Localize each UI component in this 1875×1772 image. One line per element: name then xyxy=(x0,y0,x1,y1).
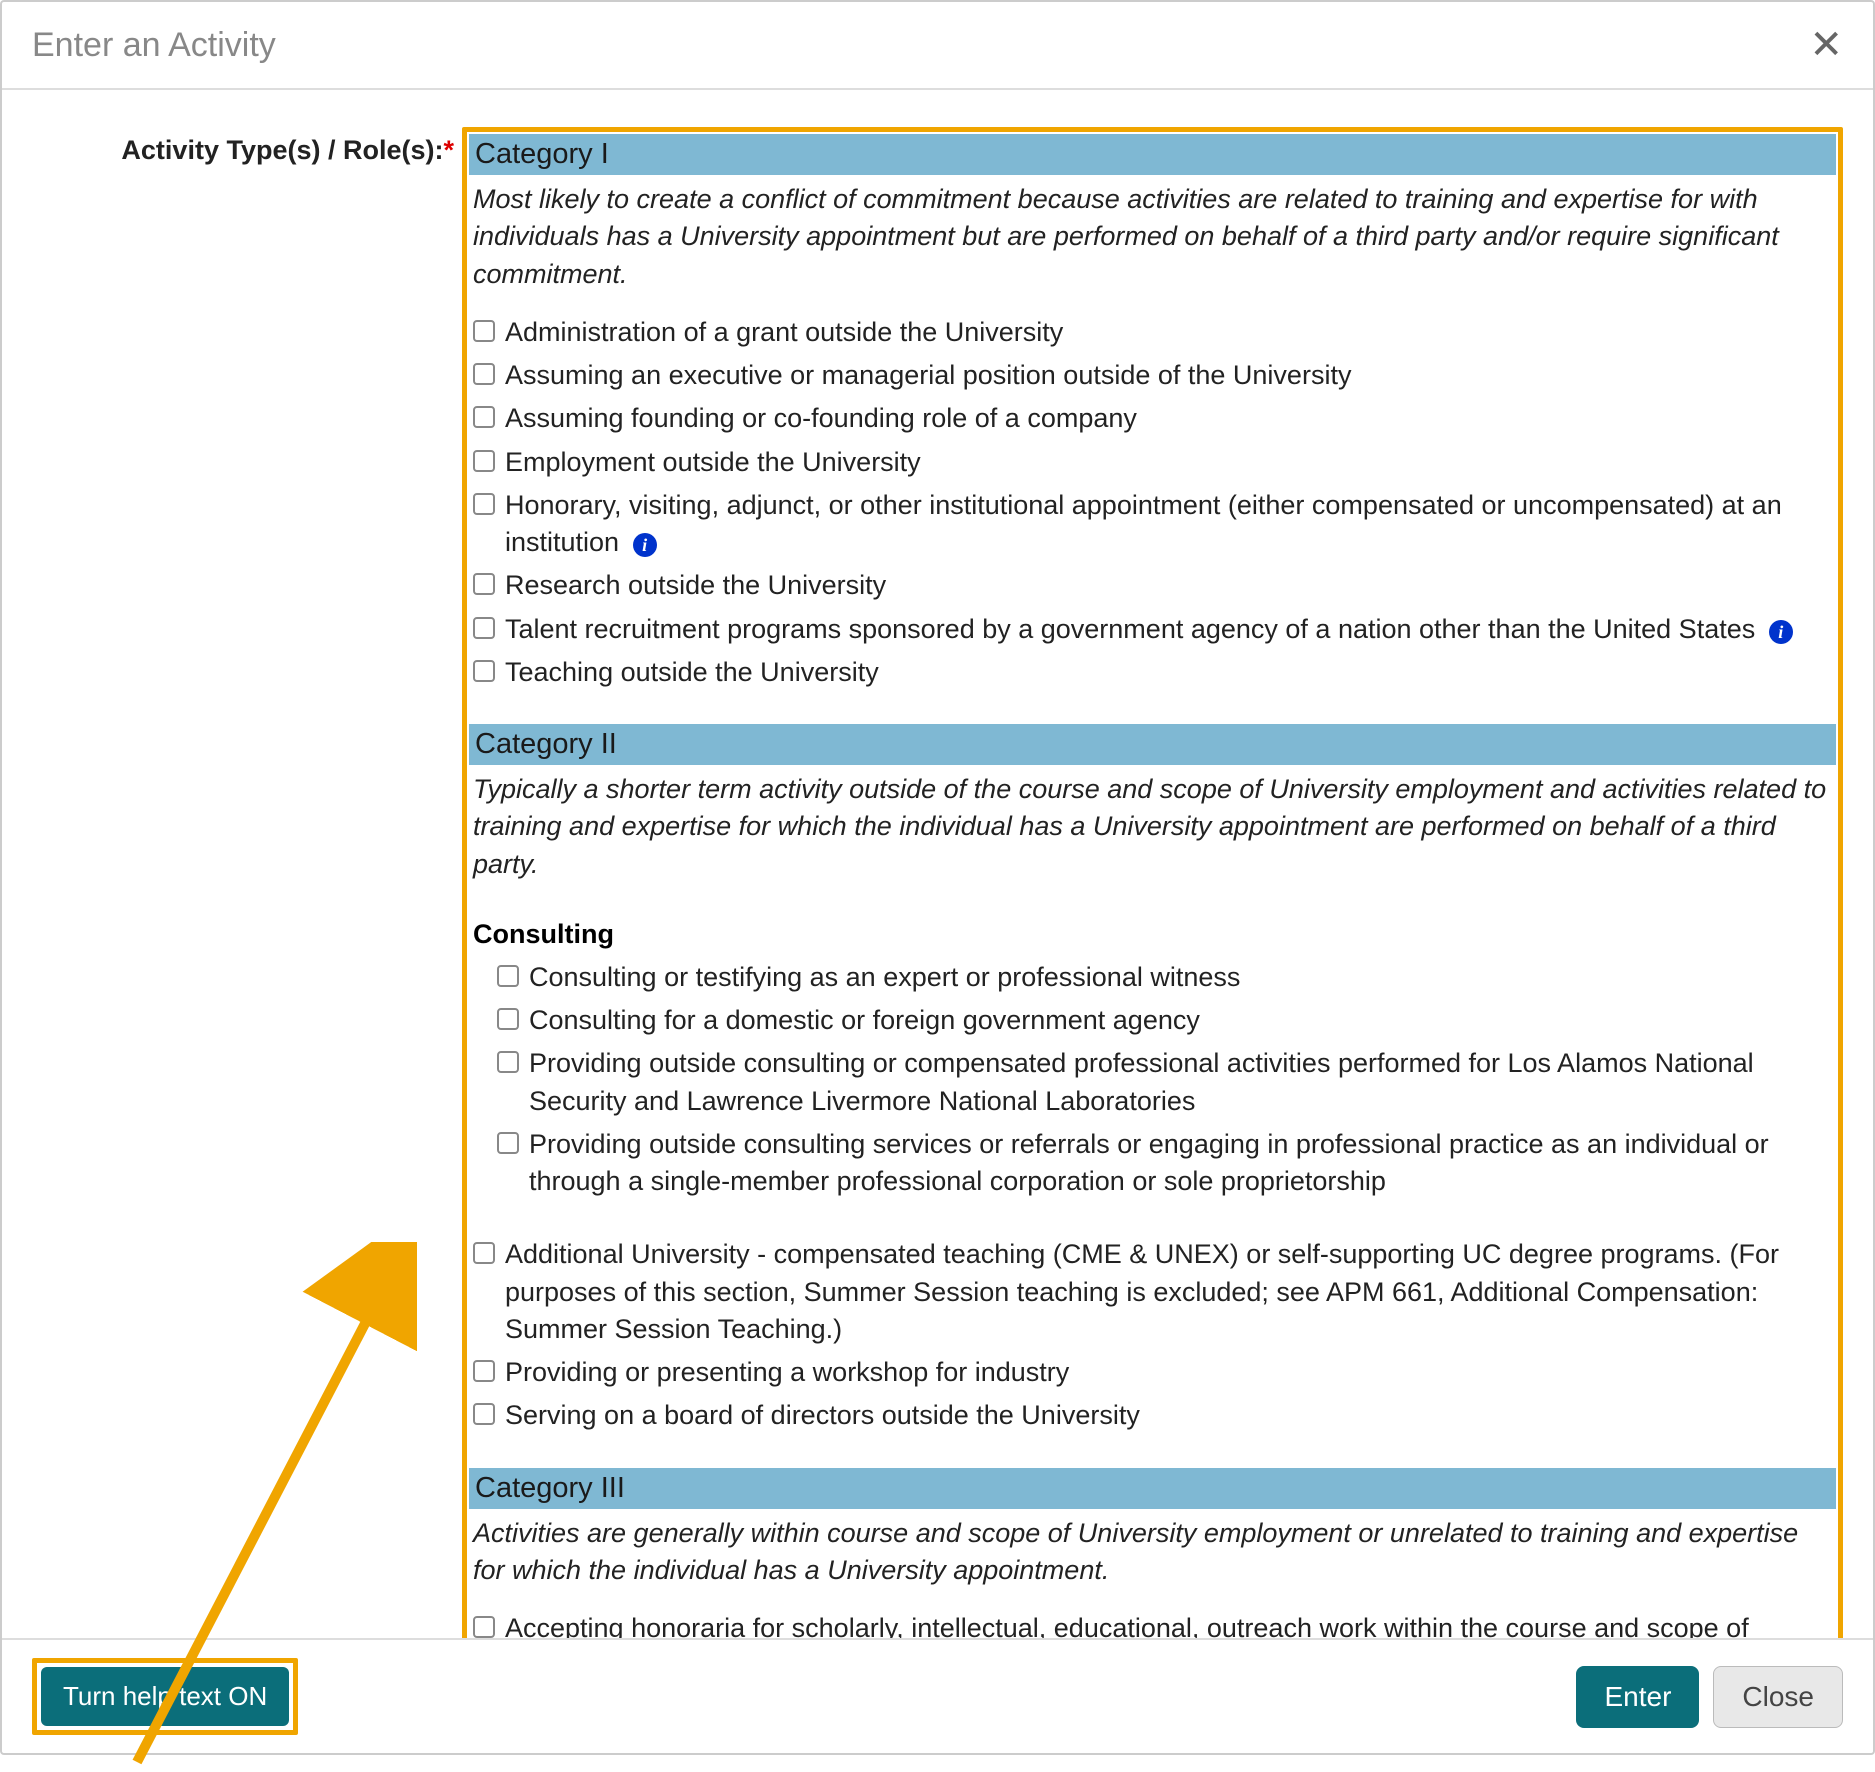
activity-checkbox-item[interactable]: Talent recruitment programs sponsored by… xyxy=(469,608,1836,651)
activity-checkbox-item[interactable]: Assuming founding or co-founding role of… xyxy=(469,397,1836,440)
info-icon[interactable]: i xyxy=(1769,620,1793,644)
activity-checkbox[interactable] xyxy=(473,1403,495,1425)
close-icon[interactable]: ✕ xyxy=(1809,25,1843,65)
activity-checkbox-item[interactable]: Employment outside the University xyxy=(469,441,1836,484)
dialog-body[interactable]: Activity Type(s) / Role(s):* Category IM… xyxy=(2,92,1873,1638)
activity-checkbox-item[interactable]: Additional University - compensated teac… xyxy=(469,1233,1836,1351)
category-header: Category III xyxy=(469,1468,1836,1509)
activity-label: Providing outside consulting or compensa… xyxy=(529,1045,1832,1120)
activity-checkbox[interactable] xyxy=(497,1008,519,1030)
activity-type-row: Activity Type(s) / Role(s):* Category IM… xyxy=(22,127,1863,1638)
enter-activity-dialog: Enter an Activity ✕ Activity Type(s) / R… xyxy=(0,0,1875,1755)
activity-checkbox[interactable] xyxy=(473,1242,495,1264)
activity-label: Administration of a grant outside the Un… xyxy=(505,314,1063,351)
turn-help-text-on-button[interactable]: Turn help text ON xyxy=(41,1667,289,1726)
activity-label: Additional University - compensated teac… xyxy=(505,1236,1832,1348)
activity-checkbox-item[interactable]: Accepting honoraria for scholarly, intel… xyxy=(469,1607,1836,1638)
activity-type-label: Activity Type(s) / Role(s):* xyxy=(22,127,462,166)
activity-label: Employment outside the University xyxy=(505,444,921,481)
dialog-header: Enter an Activity ✕ xyxy=(2,2,1873,90)
dialog-title: Enter an Activity xyxy=(32,26,276,65)
activity-label: Honorary, visiting, adjunct, or other in… xyxy=(505,487,1832,562)
activity-checkbox[interactable] xyxy=(497,1132,519,1154)
activity-label: Assuming an executive or managerial posi… xyxy=(505,357,1351,394)
activity-checkbox-item[interactable]: Research outside the University xyxy=(469,564,1836,607)
activity-label: Serving on a board of directors outside … xyxy=(505,1397,1140,1434)
activity-checkbox[interactable] xyxy=(473,406,495,428)
activity-checkbox-item[interactable]: Consulting or testifying as an expert or… xyxy=(469,956,1836,999)
activity-label: Consulting or testifying as an expert or… xyxy=(529,959,1240,996)
required-asterisk: * xyxy=(443,135,454,165)
activity-checkbox-item[interactable]: Providing outside consulting services or… xyxy=(469,1123,1836,1204)
footer-actions: Enter Close xyxy=(1576,1666,1843,1728)
activity-checkbox-item[interactable]: Providing or presenting a workshop for i… xyxy=(469,1351,1836,1394)
categories-highlight-box: Category IMost likely to create a confli… xyxy=(462,127,1843,1638)
category-description: Activities are generally within course a… xyxy=(469,1509,1836,1608)
activity-checkbox[interactable] xyxy=(473,320,495,342)
dialog-footer: Turn help text ON Enter Close xyxy=(2,1638,1873,1753)
activity-checkbox-item[interactable]: Assuming an executive or managerial posi… xyxy=(469,354,1836,397)
category-header: Category I xyxy=(469,134,1836,175)
category-subheading: Consulting xyxy=(469,901,1836,956)
activity-checkbox[interactable] xyxy=(473,660,495,682)
help-button-highlight: Turn help text ON xyxy=(32,1658,298,1735)
activity-label: Accepting honoraria for scholarly, intel… xyxy=(505,1610,1832,1638)
activity-label: Providing or presenting a workshop for i… xyxy=(505,1354,1069,1391)
activity-checkbox-item[interactable]: Administration of a grant outside the Un… xyxy=(469,311,1836,354)
activity-checkbox[interactable] xyxy=(473,493,495,515)
activity-checkbox[interactable] xyxy=(473,450,495,472)
activity-type-label-text: Activity Type(s) / Role(s): xyxy=(121,135,443,165)
activity-checkbox[interactable] xyxy=(473,573,495,595)
enter-button[interactable]: Enter xyxy=(1576,1666,1699,1728)
activity-label: Research outside the University xyxy=(505,567,886,604)
info-icon[interactable]: i xyxy=(633,533,657,557)
activity-checkbox[interactable] xyxy=(473,1616,495,1638)
category-description: Typically a shorter term activity outsid… xyxy=(469,765,1836,901)
activity-checkbox-item[interactable]: Teaching outside the University xyxy=(469,651,1836,694)
activity-label: Talent recruitment programs sponsored by… xyxy=(505,611,1793,648)
activity-checkbox[interactable] xyxy=(473,363,495,385)
activity-checkbox-item[interactable]: Serving on a board of directors outside … xyxy=(469,1394,1836,1437)
close-button[interactable]: Close xyxy=(1713,1666,1843,1728)
activity-checkbox-item[interactable]: Honorary, visiting, adjunct, or other in… xyxy=(469,484,1836,565)
activity-checkbox[interactable] xyxy=(497,965,519,987)
activity-label: Teaching outside the University xyxy=(505,654,879,691)
activity-label: Assuming founding or co-founding role of… xyxy=(505,400,1137,437)
activity-label: Providing outside consulting services or… xyxy=(529,1126,1832,1201)
activity-checkbox[interactable] xyxy=(473,1360,495,1382)
category-header: Category II xyxy=(469,724,1836,765)
category-description: Most likely to create a conflict of comm… xyxy=(469,175,1836,311)
activity-checkbox-item[interactable]: Providing outside consulting or compensa… xyxy=(469,1042,1836,1123)
activity-checkbox[interactable] xyxy=(497,1051,519,1073)
activity-checkbox[interactable] xyxy=(473,617,495,639)
activity-checkbox-item[interactable]: Consulting for a domestic or foreign gov… xyxy=(469,999,1836,1042)
activity-label: Consulting for a domestic or foreign gov… xyxy=(529,1002,1200,1039)
